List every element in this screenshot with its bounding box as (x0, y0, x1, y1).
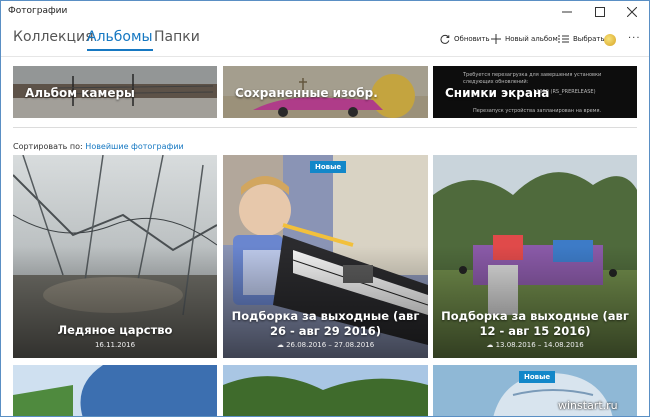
sort-label: Сортировать по: (13, 142, 83, 151)
album-tile[interactable] (13, 365, 217, 416)
nav-bar: Коллекция Альбомы Папки Обновить Новый а… (1, 23, 649, 57)
tab-albums[interactable]: Альбомы (87, 29, 153, 51)
album-thumbnail (13, 365, 217, 416)
refresh-button[interactable]: Обновить (440, 34, 490, 44)
avatar[interactable] (604, 34, 616, 46)
sort-value[interactable]: Новейшие фотографии (85, 142, 183, 151)
folder-label: Снимки экрана (445, 86, 550, 100)
screenshot-text-line: Требуется перезагрузка для завершения ус… (463, 72, 602, 78)
refresh-icon (440, 34, 450, 44)
select-list-icon (558, 35, 569, 43)
album-title: Ледяное царство (57, 323, 173, 337)
folder-screenshots[interactable]: Требуется перезагрузка для завершения ус… (433, 66, 637, 118)
album-title: Подборка за выходные (авг 26 - авг 29 20… (231, 309, 420, 338)
screenshot-text-line: Перезапуск устройства запланирован на вр… (473, 108, 602, 114)
album-tile[interactable] (223, 365, 428, 416)
album-date: ☁ 13.08.2016 – 14.08.2016 (433, 341, 637, 349)
new-album-label: Новый альбом (505, 35, 558, 43)
cloud-icon: ☁ (276, 341, 284, 349)
tab-collection[interactable]: Коллекция (13, 29, 94, 49)
album-date-text: 13.08.2016 – 14.08.2016 (495, 341, 584, 349)
minimize-icon (562, 11, 572, 13)
select-button[interactable]: Выбрать (558, 34, 605, 44)
plus-icon (491, 34, 501, 44)
folder-label: Альбом камеры (25, 86, 135, 100)
maximize-icon (595, 7, 605, 17)
new-badge: Новые (519, 371, 556, 383)
tab-folders[interactable]: Папки (154, 29, 200, 49)
refresh-label: Обновить (454, 35, 490, 43)
watermark: winstart.ru (558, 399, 618, 412)
folder-camera-roll[interactable]: Альбом камеры (13, 66, 217, 118)
photos-window: Фотографии Коллекция Альбомы Папки Обнов… (0, 0, 650, 417)
screenshot-text-line: следующих обновлений: (463, 79, 529, 85)
close-button[interactable] (616, 1, 648, 23)
maximize-button[interactable] (584, 1, 616, 23)
new-album-button[interactable]: Новый альбом (491, 34, 558, 44)
folder-label: Сохраненные изобр. (235, 86, 378, 100)
new-badge: Новые (310, 161, 347, 173)
album-title: Подборка за выходные (авг 12 - авг 15 20… (441, 309, 629, 338)
cloud-icon: ☁ (486, 341, 494, 349)
album-tile[interactable]: Новые Подборка за выходные (авг 26 - авг… (223, 155, 428, 358)
album-tile[interactable]: Ледяное царство 16.11.2016 (13, 155, 217, 358)
album-tile[interactable]: Подборка за выходные (авг 12 - авг 15 20… (433, 155, 637, 358)
more-options-icon[interactable]: ··· (628, 33, 641, 44)
title-bar: Фотографии (1, 1, 649, 23)
minimize-button[interactable] (551, 1, 583, 23)
close-icon (627, 7, 637, 17)
section-divider (13, 127, 637, 128)
album-thumbnail (223, 365, 428, 416)
sort-control[interactable]: Сортировать по: Новейшие фотографии (13, 142, 184, 151)
folder-saved-pictures[interactable]: Сохраненные изобр. (223, 66, 428, 118)
select-label: Выбрать (573, 35, 605, 43)
window-title: Фотографии (8, 6, 68, 16)
album-date: ☁ 26.08.2016 – 27.08.2016 (223, 341, 428, 349)
album-date: 16.11.2016 (94, 341, 136, 349)
album-date-text: 26.08.2016 – 27.08.2016 (286, 341, 375, 349)
